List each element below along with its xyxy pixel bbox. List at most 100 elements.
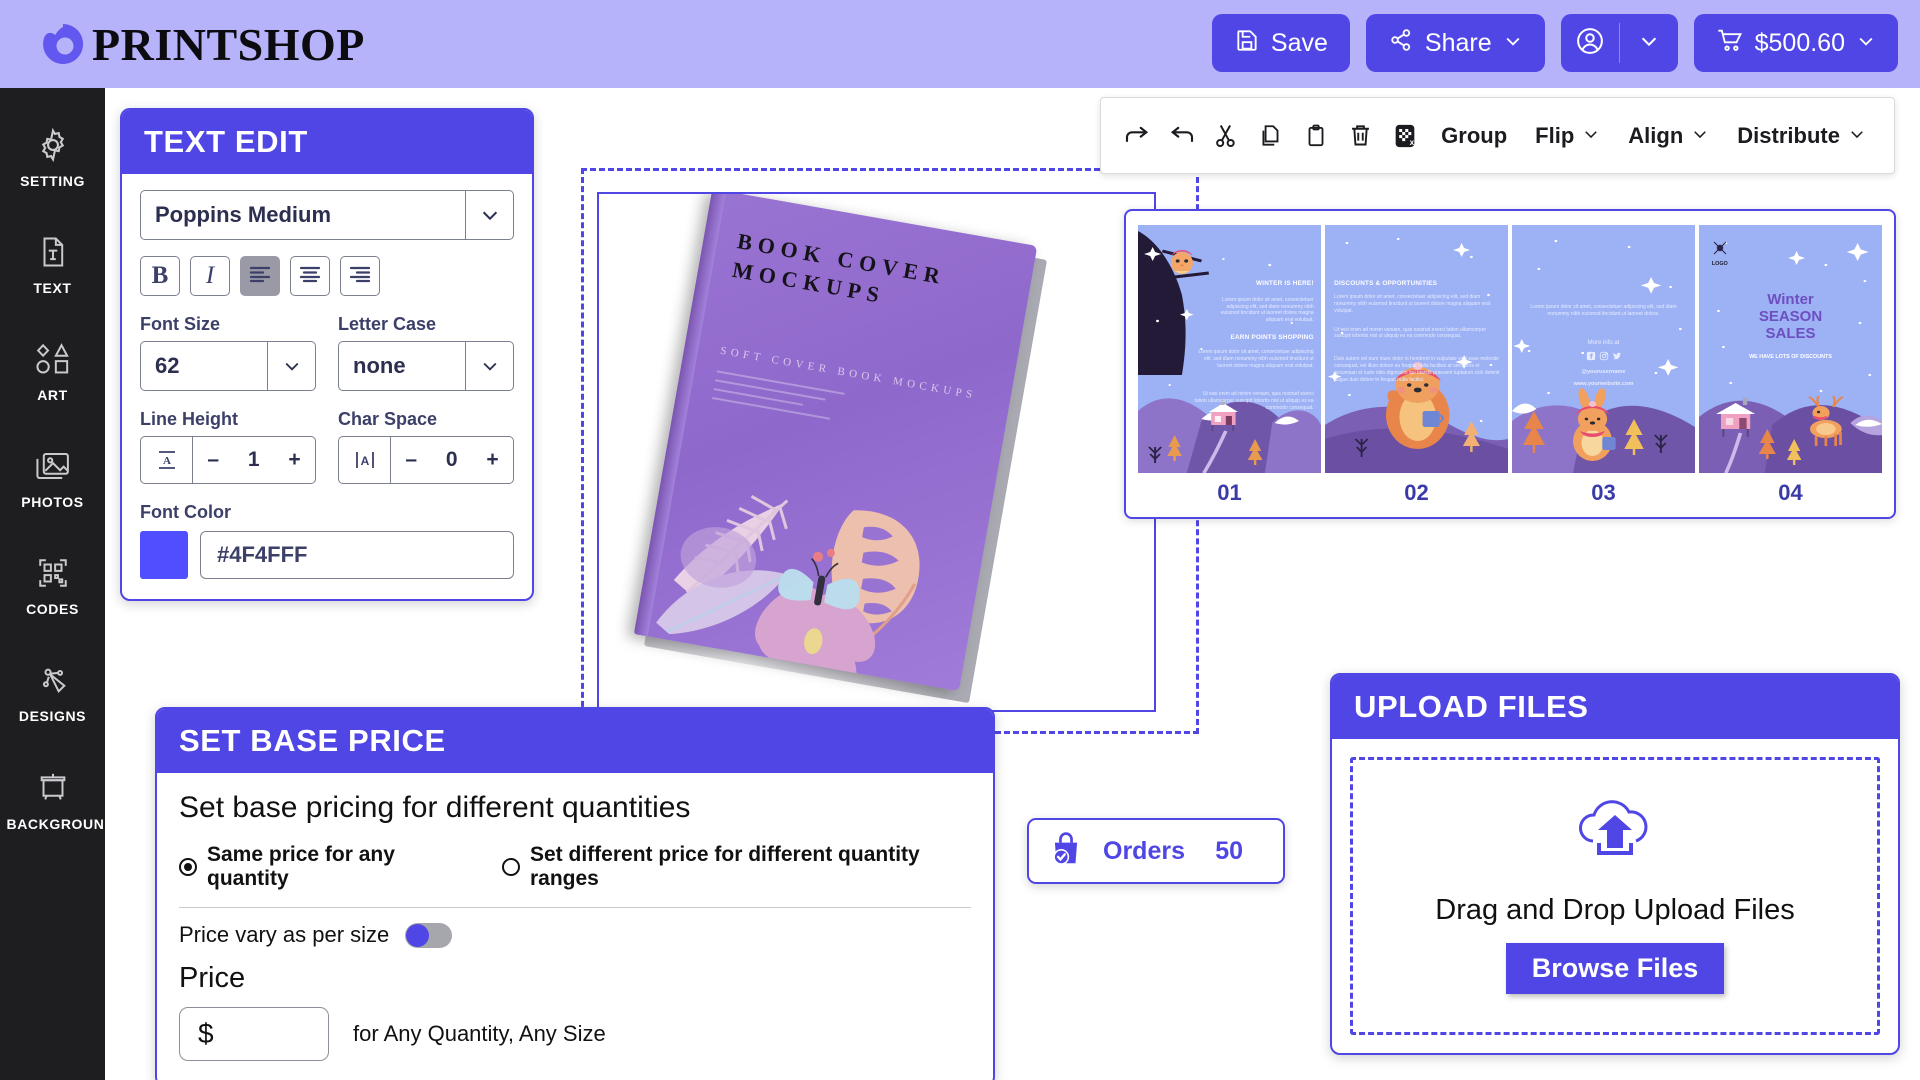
line-height-increment[interactable]: + bbox=[288, 448, 300, 472]
bold-button[interactable]: B bbox=[140, 256, 180, 296]
font-family-select[interactable]: Poppins Medium bbox=[140, 190, 514, 240]
social-icons bbox=[1512, 351, 1695, 361]
orders-badge[interactable]: Orders 50 bbox=[1027, 818, 1285, 884]
svg-text:x: x bbox=[1410, 137, 1415, 146]
design-canvas[interactable]: BOOK COVER MOCKUPS SOFT COVER BOOK MOCKU… bbox=[597, 192, 1156, 712]
letter-case-field: Letter Case none bbox=[338, 314, 514, 391]
account-dropdown-button[interactable] bbox=[1620, 14, 1678, 72]
char-space-stepper[interactable]: A – 0 + bbox=[338, 436, 514, 484]
shopping-bag-check-icon bbox=[1047, 830, 1085, 873]
char-space-icon: A bbox=[339, 437, 391, 483]
line-height-stepper[interactable]: A – 1 + bbox=[140, 436, 316, 484]
align-right-button[interactable] bbox=[340, 256, 380, 296]
object-toolbar: x Group Flip Align Distribute bbox=[1100, 97, 1895, 174]
radio-same-price[interactable]: Same price for any quantity bbox=[179, 843, 468, 891]
sidebar-item-label: TEXT bbox=[33, 280, 72, 297]
chevron-down-icon bbox=[1638, 30, 1660, 57]
user-circle-icon bbox=[1575, 26, 1605, 61]
line-height-label: Line Height bbox=[140, 409, 238, 429]
account-button[interactable] bbox=[1561, 14, 1619, 72]
chevron-down-icon bbox=[1582, 123, 1600, 149]
line-height-decrement[interactable]: – bbox=[207, 448, 219, 472]
sidebar-item-background[interactable]: BACKGROUND bbox=[0, 767, 116, 832]
gear-icon bbox=[35, 124, 71, 166]
paste-icon[interactable] bbox=[1295, 110, 1336, 162]
chevron-down-icon[interactable] bbox=[267, 342, 315, 390]
sidebar-item-photos[interactable]: PHOTOS bbox=[0, 445, 105, 510]
save-button[interactable]: Save bbox=[1211, 14, 1350, 72]
app-logo[interactable]: PRINTSHOP bbox=[40, 18, 365, 71]
chevron-down-icon bbox=[1503, 29, 1523, 58]
sidebar-item-designs[interactable]: DESIGNS bbox=[0, 659, 105, 724]
thumbnail-page-01[interactable]: WINTER IS HERE! Lorem ipsum dolor sit am… bbox=[1138, 225, 1321, 511]
flip-button[interactable]: Flip bbox=[1523, 123, 1612, 149]
thumbnail-logo-label: LOGO bbox=[1711, 260, 1728, 267]
font-size-field: Font Size 62 bbox=[140, 314, 316, 391]
file-dropzone[interactable]: Drag and Drop Upload Files Browse Files bbox=[1350, 757, 1880, 1035]
char-space-decrement[interactable]: – bbox=[405, 448, 417, 472]
line-height-icon: A bbox=[141, 437, 193, 483]
chevron-down-icon bbox=[1856, 29, 1876, 58]
align-left-button[interactable] bbox=[240, 256, 280, 296]
svg-text:A: A bbox=[163, 455, 171, 467]
align-button[interactable]: Align bbox=[1616, 123, 1721, 149]
base-price-subtitle: Set base pricing for different quantitie… bbox=[179, 791, 691, 824]
base-price-title: SET BASE PRICE bbox=[157, 709, 993, 773]
account-menu[interactable] bbox=[1560, 14, 1678, 72]
char-space-increment[interactable]: + bbox=[486, 448, 498, 472]
thumbnail-title-line-1: Winter bbox=[1767, 290, 1814, 308]
sidebar-item-codes[interactable]: CODES bbox=[0, 552, 105, 617]
transparency-remove-bg-icon[interactable]: x bbox=[1385, 110, 1426, 162]
align-center-icon bbox=[299, 265, 321, 288]
font-size-value: 62 bbox=[155, 353, 180, 378]
thumbnail-page-03[interactable]: Lorem ipsum dolor sit amet, consectetuer… bbox=[1512, 225, 1695, 511]
sidebar-item-label: DESIGNS bbox=[18, 708, 87, 725]
delete-trash-icon[interactable] bbox=[1340, 110, 1381, 162]
cart-button[interactable]: $500.60 bbox=[1693, 14, 1898, 72]
align-right-icon bbox=[349, 265, 371, 288]
distribute-button[interactable]: Distribute bbox=[1725, 123, 1878, 149]
set-base-price-panel: SET BASE PRICE Set base pricing for diff… bbox=[155, 707, 995, 1080]
thumbnail-title-line-2: SEASON bbox=[1758, 307, 1823, 325]
redo-icon[interactable] bbox=[1117, 110, 1158, 162]
text-edit-panel: TEXT EDIT Poppins Medium B I Font Size 6… bbox=[120, 108, 534, 601]
letter-case-select[interactable]: none bbox=[338, 341, 514, 391]
pricing-mode-radio-group: Same price for any quantity Set differen… bbox=[179, 843, 971, 891]
font-color-swatch[interactable] bbox=[140, 531, 188, 579]
thumbnail-page-02[interactable]: DISCOUNTS & OPPORTUNITIES Lorem ipsum do… bbox=[1325, 225, 1508, 511]
svg-text:A: A bbox=[360, 454, 369, 468]
sidebar-item-text[interactable]: TEXT bbox=[0, 231, 105, 296]
chevron-down-icon[interactable] bbox=[465, 342, 513, 390]
chevron-down-icon bbox=[1848, 123, 1866, 149]
font-family-value: Poppins Medium bbox=[155, 202, 331, 227]
align-left-icon bbox=[249, 265, 271, 288]
thumbnail-page-04[interactable]: LOGO Winter SEASON SALES WE HAVE LOTS OF… bbox=[1699, 225, 1882, 511]
sidebar-item-label: BACKGROUND bbox=[6, 815, 116, 832]
chevron-down-icon[interactable] bbox=[465, 191, 513, 239]
book-mockup[interactable]: BOOK COVER MOCKUPS SOFT COVER BOOK MOCKU… bbox=[619, 194, 1119, 710]
undo-icon[interactable] bbox=[1162, 110, 1203, 162]
align-center-button[interactable] bbox=[290, 256, 330, 296]
thumb-heading-1: WINTER IS HERE! bbox=[1256, 279, 1314, 287]
dropzone-text: Drag and Drop Upload Files bbox=[1435, 893, 1795, 926]
orders-count: 50 bbox=[1215, 836, 1243, 865]
price-input[interactable]: $ bbox=[179, 1007, 329, 1061]
group-button[interactable]: Group bbox=[1429, 123, 1519, 149]
radio-different-price[interactable]: Set different price for different quanti… bbox=[502, 843, 971, 891]
floppy-disk-icon bbox=[1234, 27, 1260, 60]
text-edit-title: TEXT EDIT bbox=[122, 110, 532, 174]
cut-scissors-icon[interactable] bbox=[1206, 110, 1247, 162]
copy-icon[interactable] bbox=[1251, 110, 1292, 162]
radio-same-price-label: Same price for any quantity bbox=[207, 843, 395, 890]
thumbnail-tagline: WE HAVE LOTS OF DISCOUNTS bbox=[1749, 353, 1832, 360]
italic-button[interactable]: I bbox=[190, 256, 230, 296]
font-size-select[interactable]: 62 bbox=[140, 341, 316, 391]
distribute-label: Distribute bbox=[1737, 122, 1840, 148]
share-button[interactable]: Share bbox=[1365, 14, 1545, 72]
browse-files-button[interactable]: Browse Files bbox=[1505, 942, 1725, 994]
font-color-input[interactable]: #4F4FFF bbox=[200, 531, 514, 579]
sidebar-item-art[interactable]: ART bbox=[0, 338, 105, 403]
sidebar-item-setting[interactable]: SETTING bbox=[0, 124, 105, 189]
price-vary-toggle[interactable] bbox=[405, 922, 453, 948]
thumbnail-number: 03 bbox=[1591, 480, 1616, 505]
